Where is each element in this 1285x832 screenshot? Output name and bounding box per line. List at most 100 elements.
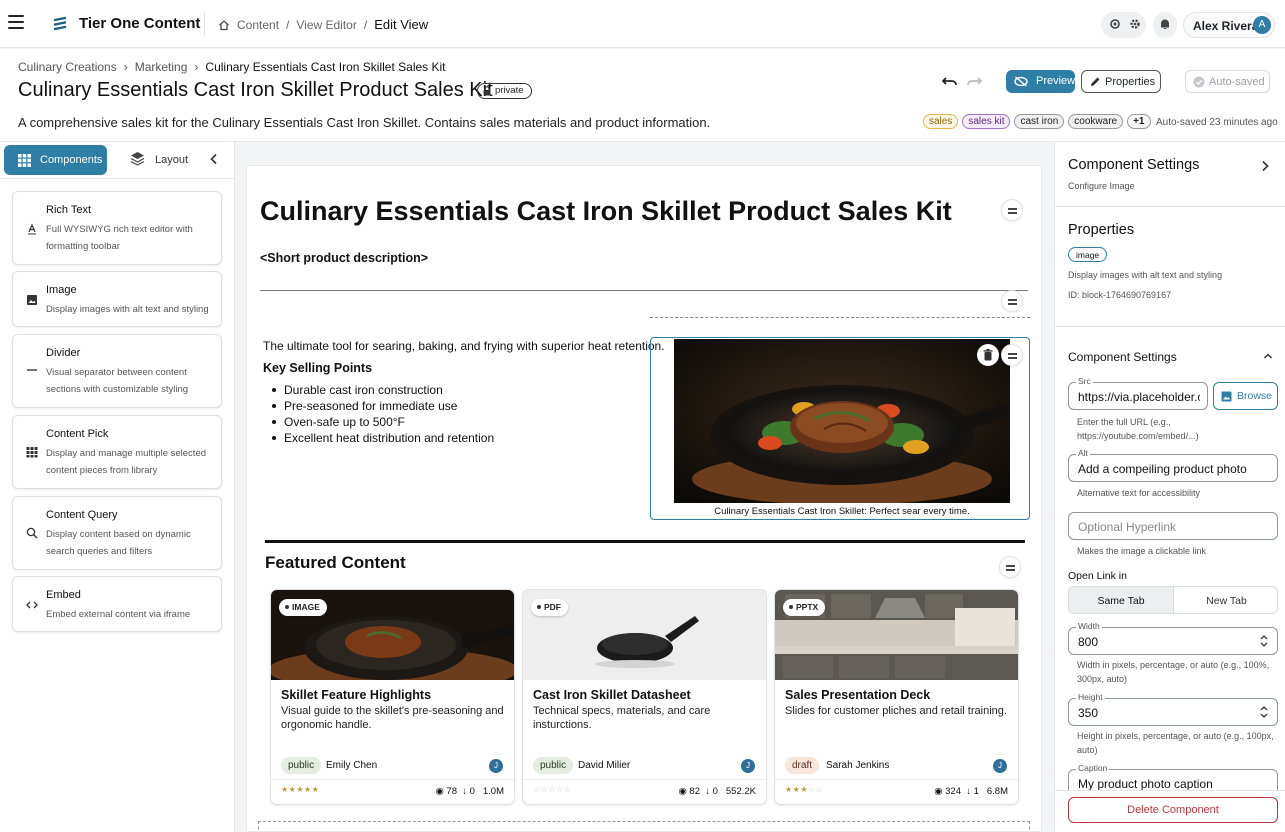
card-description: Technical specs, materials, and care ins… <box>533 705 711 731</box>
key-points-list[interactable]: Durable cast iron construction Pre-seaso… <box>272 382 494 446</box>
breadcrumb-item[interactable]: View Editor <box>296 18 356 32</box>
component-rich-text[interactable]: Rich Text Full WYSIWYG rich text editor … <box>12 191 222 265</box>
breadcrumb: Culinary Creations › Marketing › Culinar… <box>18 60 446 74</box>
breadcrumb-current: Culinary Essentials Cast Iron Skillet Sa… <box>205 60 446 74</box>
content-title[interactable]: Culinary Essentials Cast Iron Skillet Pr… <box>260 196 952 227</box>
rating-stars: ★★★★★ <box>281 785 320 794</box>
list-item: Pre-seasoned for immediate use <box>272 398 494 414</box>
file-size: 1.0M <box>482 786 504 797</box>
card-stats: ◉ 324 ↓ 1 6.8M <box>934 786 1008 797</box>
tag[interactable]: cookware <box>1068 114 1124 129</box>
settings-section-title[interactable]: Component Settings <box>1068 350 1177 364</box>
tab-layout[interactable]: Layout <box>130 152 188 166</box>
undo-icon[interactable] <box>941 75 959 89</box>
caption-field[interactable]: Caption My product photo caption <box>1068 763 1278 791</box>
eye-off-icon <box>1014 76 1028 87</box>
component-content-query[interactable]: Content Query Display content based on d… <box>12 496 222 570</box>
breadcrumb-item[interactable]: Culinary Creations <box>18 60 117 74</box>
delete-component-button[interactable]: Delete Component <box>1068 797 1278 823</box>
component-embed[interactable]: Embed Embed external content via iframe <box>12 576 222 632</box>
chevron-left-icon <box>210 153 217 165</box>
featured-content-heading[interactable]: Featured Content <box>265 553 406 573</box>
theme-icon[interactable] <box>1108 17 1122 31</box>
code-icon <box>26 601 38 609</box>
section-divider[interactable] <box>265 540 1025 543</box>
hyperlink-field[interactable]: Optional Hyperlink <box>1068 512 1278 540</box>
browse-button[interactable]: Browse <box>1213 382 1278 410</box>
component-description: Full WYSIWYG rich text editor with forma… <box>46 224 193 252</box>
component-image[interactable]: Image Display images with alt text and s… <box>12 271 222 327</box>
height-field[interactable]: Height 350 <box>1068 692 1278 726</box>
user-menu[interactable]: Alex Rivera A <box>1183 12 1275 38</box>
delete-block-button[interactable] <box>977 344 999 366</box>
key-points-heading[interactable]: Key Selling Points <box>263 361 372 375</box>
content-card[interactable]: PPTX Sales Presentation Deck Slides for … <box>774 589 1019 805</box>
search-icon <box>26 527 38 539</box>
download-icon: ↓ <box>705 786 711 797</box>
redo-icon[interactable] <box>965 75 983 89</box>
component-content-pick[interactable]: Content Pick Display and manage multiple… <box>12 415 222 489</box>
divider <box>271 779 514 780</box>
drag-handle-icon[interactable] <box>1001 290 1023 312</box>
src-field[interactable]: Src https://via.placeholder.com/800x350 <box>1068 376 1208 410</box>
view-count: 82 <box>689 786 700 797</box>
text-format-icon <box>28 223 36 235</box>
same-tab-option[interactable]: Same Tab <box>1069 587 1173 613</box>
drop-zone[interactable] <box>258 821 1030 832</box>
chevron-right-icon[interactable] <box>1260 160 1270 172</box>
lock-icon <box>483 86 491 96</box>
divider-block[interactable] <box>260 290 1028 291</box>
page-description: A comprehensive sales kit for the Culina… <box>18 115 711 130</box>
intro-text[interactable]: The ultimate tool for searing, baking, a… <box>263 339 665 353</box>
component-divider[interactable]: Divider Visual separator between content… <box>12 334 222 408</box>
tag[interactable]: sales kit <box>962 114 1011 129</box>
card-title: Skillet Feature Highlights <box>281 688 432 702</box>
grid-icon <box>18 154 31 167</box>
short-description[interactable]: <Short product description> <box>260 251 428 265</box>
new-tab-option[interactable]: New Tab <box>1173 587 1277 613</box>
view-count: 78 <box>446 786 457 797</box>
preview-button[interactable]: Preview <box>1006 70 1075 93</box>
page-title: Culinary Essentials Cast Iron Skillet Pr… <box>18 79 493 101</box>
alt-field[interactable]: Alt Add a compeiling product photo <box>1068 448 1278 482</box>
stepper-icon[interactable] <box>1260 634 1268 648</box>
collapse-panel-button[interactable] <box>209 153 229 173</box>
avatar: J <box>993 759 1007 773</box>
download-count: 1 <box>973 786 979 797</box>
content-card[interactable]: IMAGE Skillet Feature Highlights Visual … <box>270 589 515 805</box>
chevron-up-icon[interactable] <box>1263 352 1273 360</box>
tag[interactable]: cast iron <box>1014 114 1065 129</box>
breadcrumb-item[interactable]: Content <box>237 18 279 32</box>
app-name: Tier One Content <box>79 15 201 32</box>
width-field[interactable]: Width 800 <box>1068 621 1278 655</box>
divider <box>523 779 766 780</box>
file-size: 6.8M <box>986 786 1008 797</box>
properties-button[interactable]: Properties <box>1081 70 1161 93</box>
tag[interactable]: sales <box>923 114 959 129</box>
component-description: Display and manage multiple selected con… <box>46 448 207 476</box>
component-description: Display images with alt text and styling <box>46 304 209 315</box>
rating-stars: ★★★☆☆ <box>785 785 824 794</box>
breadcrumb-item[interactable]: Marketing <box>135 60 188 74</box>
bell-icon[interactable] <box>1158 17 1172 31</box>
eye-icon: ◉ <box>435 786 444 797</box>
hyperlink-help: Makes the image a clickable link <box>1077 546 1207 556</box>
visibility-badge: draft <box>785 757 820 774</box>
divider <box>1055 790 1285 791</box>
drag-handle-icon[interactable] <box>1001 199 1023 221</box>
autosaved-button[interactable]: Auto-saved <box>1185 70 1270 93</box>
menu-icon[interactable] <box>8 15 24 29</box>
more-tags[interactable]: +1 <box>1127 114 1151 129</box>
drag-handle-icon[interactable] <box>999 556 1021 578</box>
top-bar: Tier One Content Content / View Editor /… <box>0 0 1285 48</box>
tab-components[interactable]: Components <box>4 145 107 175</box>
gear-icon[interactable] <box>1128 17 1142 31</box>
stepper-icon[interactable] <box>1260 705 1268 719</box>
height-help: Height in pixels, percentage, or auto (e… <box>1077 731 1274 755</box>
drag-handle-icon[interactable] <box>1001 344 1023 366</box>
card-title: Cast Iron Skillet Datasheet <box>533 688 691 702</box>
download-count: 0 <box>712 786 718 797</box>
autosave-status: Auto-saved 23 minutes ago <box>1156 117 1278 128</box>
content-card[interactable]: PDF Cast Iron Skillet Datasheet Technica… <box>522 589 767 805</box>
home-icon[interactable] <box>218 19 230 31</box>
